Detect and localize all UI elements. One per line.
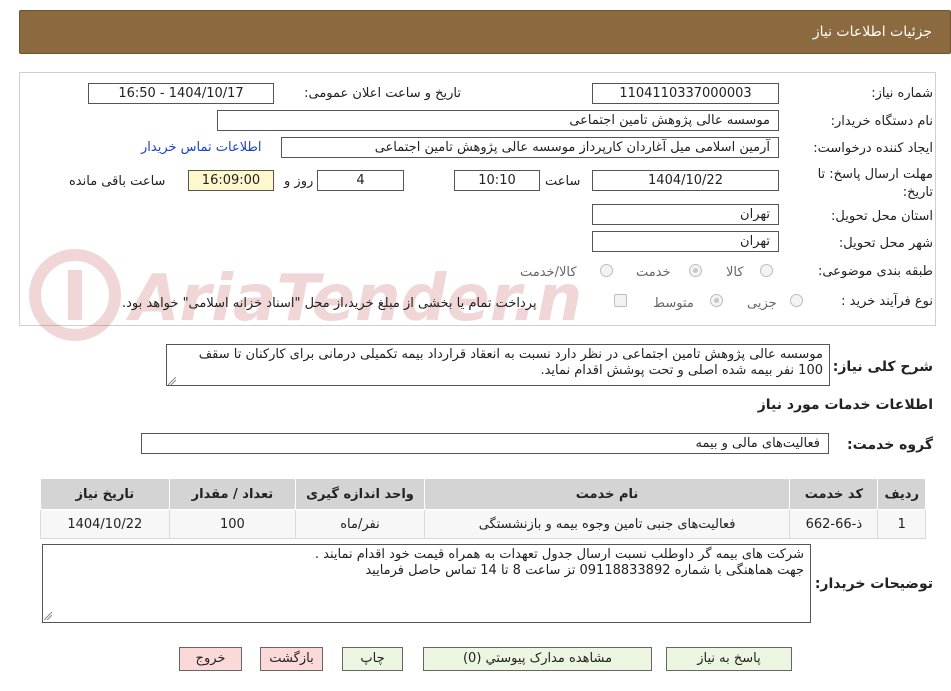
- city-value: تهران: [592, 231, 779, 252]
- process-radio-medium[interactable]: [710, 294, 723, 307]
- buyer-notes-line-2: جهت هماهنگی با شماره 09118833892 تز ساعت…: [365, 563, 804, 578]
- buyer-label: نام دستگاه خریدار:: [830, 114, 933, 129]
- treasury-note: پرداخت تمام یا بخشی از مبلغ خرید،از محل …: [122, 296, 537, 311]
- treasury-checkbox[interactable]: [614, 294, 627, 307]
- cell-quantity: 100: [168, 509, 297, 539]
- deadline-label: مهلت ارسال پاسخ: تا تاریخ:: [817, 167, 933, 200]
- services-title: اطلاعات خدمات مورد نیاز: [757, 397, 933, 413]
- col-unit: واحد اندازه گیری: [295, 478, 425, 510]
- process-radio-minor[interactable]: [790, 294, 803, 307]
- back-button[interactable]: بازگشت: [260, 647, 323, 671]
- process-option-minor: جزیی: [747, 296, 777, 311]
- watermark-logo: AriaTender.neT: [29, 249, 580, 341]
- summary-label: شرح کلی نیاز:: [832, 359, 933, 375]
- table-row: 1 ذ-66-662 فعالیت‌های جنبی تامین وجوه بی…: [40, 509, 926, 539]
- announce-value: 1404/10/17 - 16:50: [88, 83, 274, 104]
- col-row-number: ردیف: [877, 478, 926, 510]
- category-radio-goods-service[interactable]: [600, 264, 613, 277]
- print-button[interactable]: چاپ: [342, 647, 403, 671]
- buyer-notes-line-1: شرکت های بیمه گر داوطلب نسبت ارسال جدول …: [314, 547, 804, 562]
- summary-text: موسسه عالی پژوهش تامین اجتماعی در نظر دا…: [166, 344, 830, 386]
- announce-label: تاریخ و ساعت اعلان عمومی:: [304, 86, 461, 101]
- creator-label: ایجاد کننده درخواست:: [813, 141, 933, 156]
- deadline-days-label: روز و: [284, 174, 314, 189]
- exit-button[interactable]: خروج: [179, 647, 242, 671]
- table-header-row: ردیف کد خدمت نام خدمت واحد اندازه گیری ت…: [40, 478, 926, 510]
- remaining-label: ساعت باقی مانده: [69, 174, 166, 189]
- service-group-value: فعالیت‌های مالی و بیمه: [141, 433, 829, 454]
- category-radio-goods[interactable]: [760, 264, 773, 277]
- need-number-label: شماره نیاز:: [871, 86, 933, 101]
- col-service-name: نام خدمت: [423, 478, 791, 510]
- deadline-time: 10:10: [454, 170, 540, 191]
- remaining-time: 16:09:00: [188, 170, 274, 191]
- cell-service-name: فعالیت‌های جنبی تامین وجوه بیمه و بازنشس…: [423, 509, 791, 539]
- category-radio-service[interactable]: [689, 264, 702, 277]
- city-label: شهر محل تحویل:: [838, 236, 933, 251]
- buyer-notes-label: توضیحات خریدار:: [814, 576, 933, 592]
- service-group-label: گروه خدمت:: [847, 437, 933, 453]
- province-label: استان محل تحویل:: [831, 209, 933, 224]
- need-number-value: 1104110337000003: [592, 83, 779, 104]
- buyer-value: موسسه عالی پژوهش تامین اجتماعی: [217, 110, 779, 131]
- page-header: جزئیات اطلاعات نیاز: [19, 10, 951, 54]
- buyer-contact-link[interactable]: اطلاعات تماس خریدار: [141, 140, 261, 155]
- cell-unit: نفر/ماه: [295, 509, 425, 539]
- col-service-code: کد خدمت: [789, 478, 879, 510]
- category-option-goods-service: کالا/خدمت: [520, 265, 577, 280]
- col-need-date: تاریخ نیاز: [40, 478, 170, 510]
- category-option-goods: کالا: [726, 265, 744, 280]
- cell-row-number: 1: [877, 509, 926, 539]
- process-option-medium: متوسط: [653, 296, 694, 311]
- process-label: نوع فرآیند خرید :: [841, 294, 933, 309]
- deadline-date: 1404/10/22: [592, 170, 779, 191]
- category-label: طبقه بندی موضوعی:: [817, 264, 933, 279]
- resize-grip-icon[interactable]: [168, 377, 176, 385]
- deadline-time-label: ساعت: [545, 174, 581, 189]
- buyer-notes-text: شرکت های بیمه گر داوطلب نسبت ارسال جدول …: [42, 544, 811, 623]
- cell-need-date: 1404/10/22: [40, 509, 170, 539]
- reply-button[interactable]: پاسخ به نیاز: [666, 647, 792, 671]
- province-value: تهران: [592, 204, 779, 225]
- cell-service-code: ذ-66-662: [789, 509, 879, 539]
- category-option-service: خدمت: [636, 265, 671, 280]
- creator-value: آرمین اسلامی میل آغاردان کارپرداز موسسه …: [281, 137, 779, 158]
- view-attachments-button[interactable]: مشاهده مدارک پیوستي (0): [423, 647, 652, 671]
- page-title: جزئیات اطلاعات نیاز: [812, 24, 932, 40]
- deadline-days: 4: [317, 170, 404, 191]
- services-table: ردیف کد خدمت نام خدمت واحد اندازه گیری ت…: [40, 478, 926, 539]
- col-quantity: تعداد / مقدار: [168, 478, 297, 510]
- resize-grip-icon[interactable]: [44, 612, 52, 620]
